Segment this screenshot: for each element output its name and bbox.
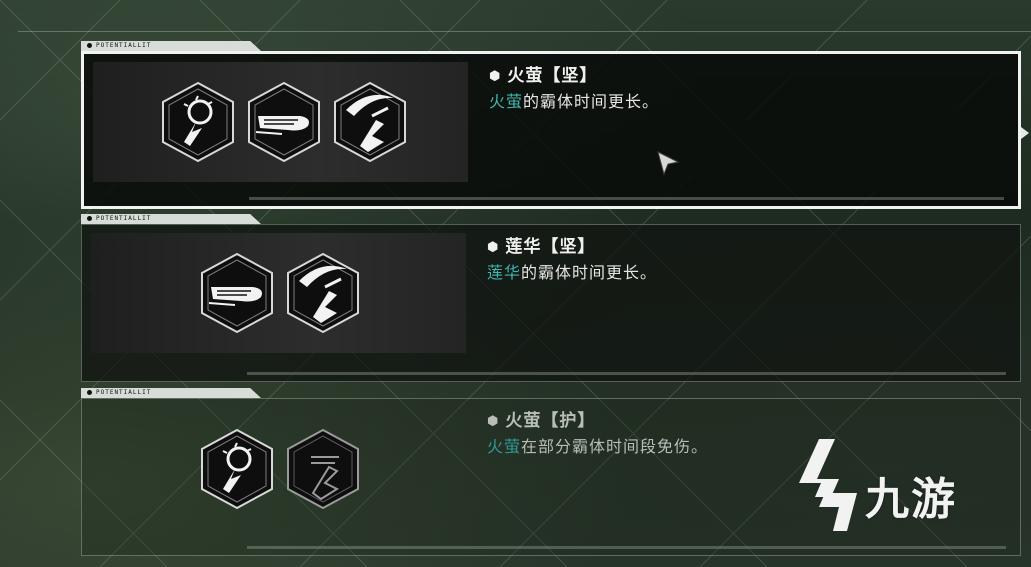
speed-slash-icon <box>195 251 279 335</box>
hexagon-bullet-icon: ⬢ <box>489 69 502 84</box>
potential-title: ⬢ 火萤【坚】 <box>489 66 598 86</box>
tab-marker-icon <box>87 216 92 221</box>
character-name: 火萤 <box>487 437 522 456</box>
header-divider <box>18 31 1031 32</box>
potential-title: ⬢ 莲华【坚】 <box>487 237 596 257</box>
card-tab: POTENTIALLIT <box>81 388 261 398</box>
card-tab: POTENTIALLIT <box>81 214 261 224</box>
skill-icons-panel <box>91 407 466 527</box>
scythe-leap-icon <box>281 251 365 335</box>
scythe-leap-locked-icon <box>281 427 365 511</box>
potential-title: ⬢ 火萤【护】 <box>487 411 596 431</box>
hexagon-bullet-icon: ⬢ <box>487 240 500 255</box>
card-body: ⬢ 火萤【坚】 火萤的霸体时间更长。 <box>81 51 1021 209</box>
potential-description: 火萤在部分霸体时间段免伤。 <box>487 437 709 456</box>
potential-description: 莲华的霸体时间更长。 <box>487 263 658 282</box>
cursor-arrow-icon <box>657 151 680 176</box>
card-progress-line <box>249 197 1004 200</box>
card-progress-line <box>247 546 1006 549</box>
character-name: 火萤 <box>489 92 524 111</box>
jiuyou-logo-icon <box>799 439 857 531</box>
speed-slash-icon <box>242 80 326 164</box>
scythe-leap-icon <box>328 80 412 164</box>
firefly-dash-icon <box>195 427 279 511</box>
watermark-logo: 九游 <box>785 435 1005 545</box>
card-progress-line <box>247 372 1006 375</box>
tab-marker-icon <box>87 43 92 48</box>
character-name: 莲华 <box>487 263 522 282</box>
potential-card-1[interactable]: POTENTIALLIT ⬢ 火萤【坚】 火萤的霸体时间更长。 <box>81 41 1021 209</box>
selection-arrow-icon <box>1021 127 1029 139</box>
hexagon-bullet-icon: ⬢ <box>487 414 500 429</box>
skill-icons-panel <box>93 62 468 182</box>
skill-icons-panel <box>91 233 466 353</box>
firefly-dash-icon <box>156 80 240 164</box>
watermark-text: 九游 <box>865 474 957 525</box>
card-body: ⬢ 莲华【坚】 莲华的霸体时间更长。 <box>81 224 1021 382</box>
potential-description: 火萤的霸体时间更长。 <box>489 92 660 111</box>
potential-card-2[interactable]: POTENTIALLIT ⬢ 莲华【坚】 莲华的霸体时间更长。 <box>81 214 1021 382</box>
card-tab: POTENTIALLIT <box>81 41 261 51</box>
tab-marker-icon <box>87 390 92 395</box>
